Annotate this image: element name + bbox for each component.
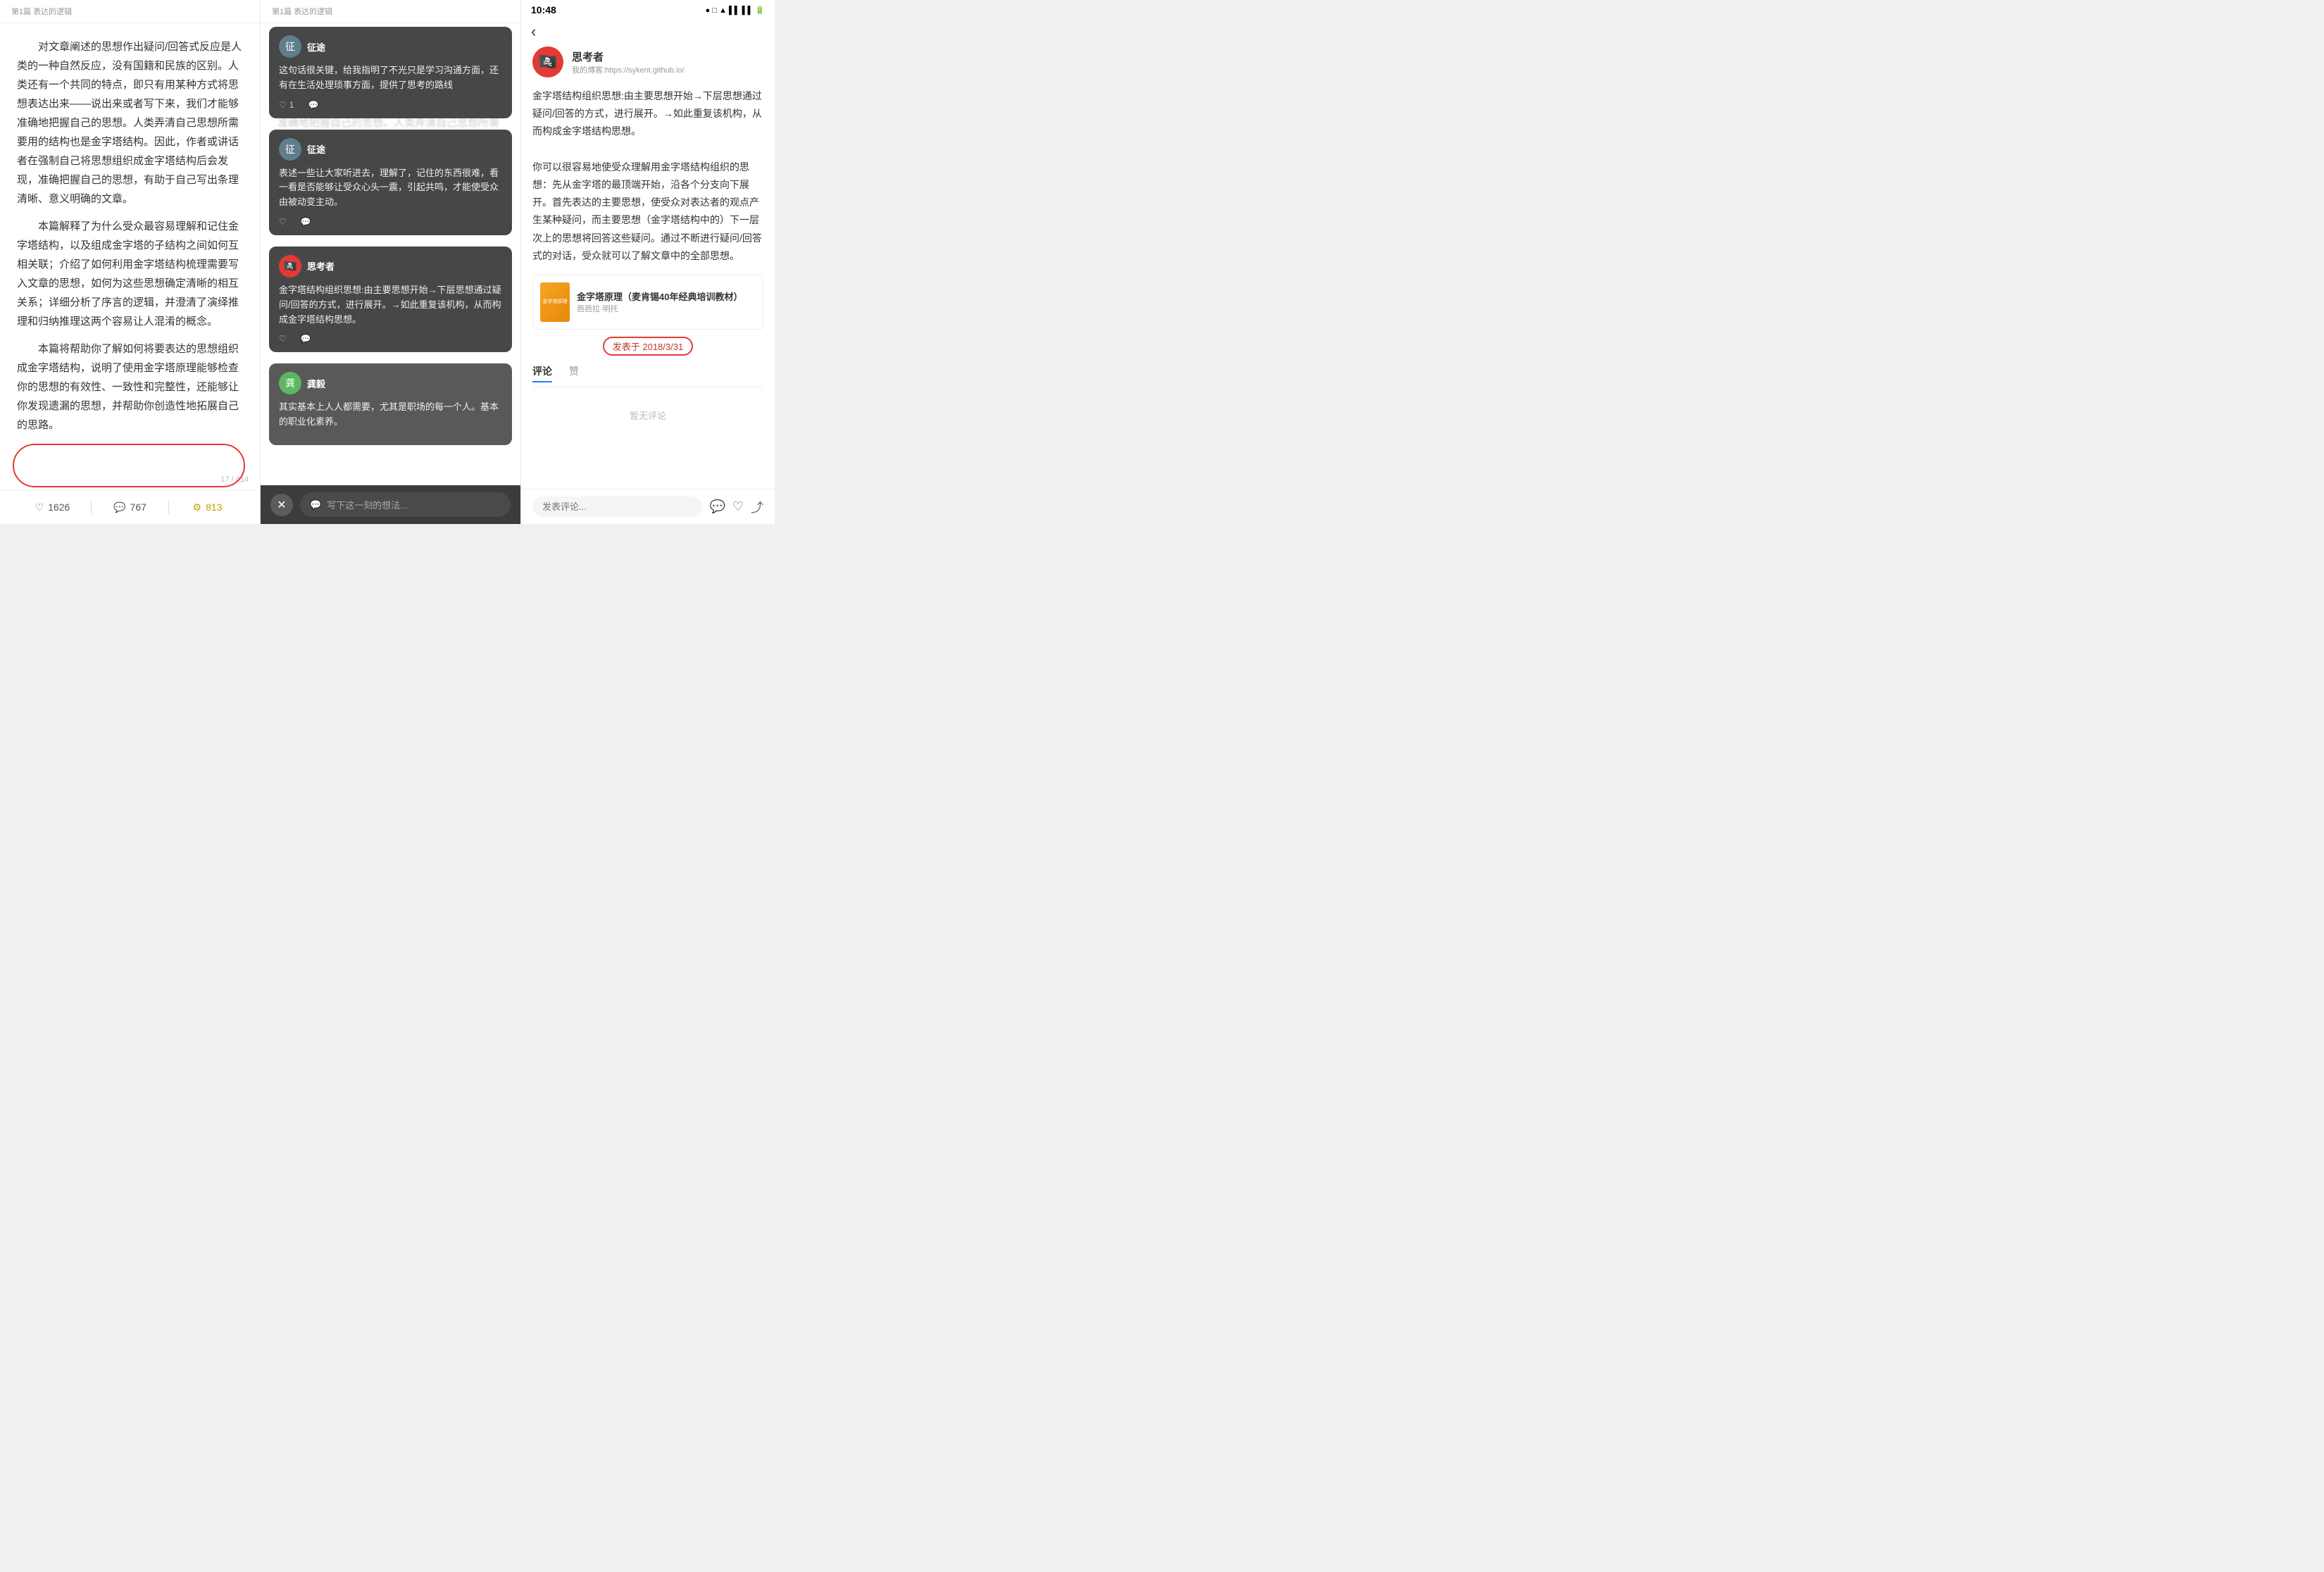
share-button[interactable]: ⚙ 813 [169,501,246,513]
comment-username-2: 征途 [307,142,325,156]
post-date-area: 发表于 2018/3/31 [532,337,763,356]
comment-count: 767 [130,501,146,513]
card-like-btn-2[interactable]: ♡ [279,217,287,227]
card-like-btn-1[interactable]: ♡ 1 [279,100,294,110]
status-time: 10:48 [531,4,556,15]
comment-avatar-2: 征 [279,138,301,161]
comment-cards-container: 征 征途 这句话很关键，给我指明了不光只是学习沟通方面，还有在生活处理琐事方面，… [261,21,520,451]
card-like-count-1: 1 [289,100,294,110]
author-info: 思考者 我的博客:https://sykent.github.io/ [572,49,685,75]
comment-card-4: 龚 龚毅 其实基本上人人都需要，尤其是职场的每一个人。基本的职业化素养。 [269,363,512,445]
author-row: 🏴‍☠️ 思考者 我的博客:https://sykent.github.io/ [532,46,763,77]
author-blog: 我的博客:https://sykent.github.io/ [572,64,685,75]
card-comment-icon-1: 💬 [308,100,318,110]
card-comment-icon-3: 💬 [301,334,311,344]
page-indicator: 17 / 414 [0,473,260,489]
comment-body-2: 表述一些让大家听进去，理解了，记住的东西很难，看一看是否能够让受众心头一震，引起… [279,166,502,210]
left-header-title: 第1篇 表达的逻辑 [0,0,260,23]
book-title: 金字塔原理（麦肯锡40年经典培训教材） [577,289,742,303]
comment-icon: 💬 [113,501,125,513]
left-paragraph-2: 本篇解释了为什么受众最容易理解和记住金字塔结构，以及组成金字塔的子结构之间如何互… [17,217,243,331]
right-nav-bar: ‹ [521,18,775,46]
comment-button[interactable]: 💬 767 [92,501,168,513]
heart-icon: ♡ [35,501,44,513]
author-name: 思考者 [572,49,685,64]
comment-body-4: 其实基本上人人都需要，尤其是职场的每一个人。基本的职业化素养。 [279,400,502,430]
book-cover: 金字塔原理 [540,282,570,322]
card-header-2: 征 征途 [279,138,502,161]
status-icons: ● □ ▲ ▌▌ ▌▌ 🔋 [706,6,765,15]
comment-avatar-4: 龚 [279,372,301,394]
right-comment-icon-btn[interactable]: 💬 [709,499,725,514]
middle-panel: 第1篇 表达的逻辑 对文章阐述的思想作出疑问/回答式反应是人类的一种自然反应，没… [261,0,521,524]
post-body: 金字塔结构组织思想:由主要思想开始→下层思想通过疑问/回答的方式，进行展开。→如… [532,87,763,265]
comment-username-1: 征途 [307,40,325,54]
book-card[interactable]: 金字塔原理 金字塔原理（麦肯锡40年经典培训教材） 芭芭拉·明托 [532,275,763,330]
left-panel: 第1篇 表达的逻辑 对文章阐述的思想作出疑问/回答式反应是人类的一种自然反应，没… [0,0,261,524]
right-bottom-bar: 💬 ♡ ⤴ [521,489,775,524]
card-header-3: 🏴‍☠️ 思考者 [279,255,502,277]
card-heart-icon-3: ♡ [279,334,287,344]
comment-card-2: 征 征途 表述一些让大家听进去，理解了，记住的东西很难，看一看是否能够让受众心头… [269,130,512,235]
card-heart-icon-1: ♡ [279,100,287,110]
comment-card-1: 征 征途 这句话很关键，给我指明了不光只是学习沟通方面，还有在生活处理琐事方面，… [269,27,512,118]
comment-input-wrapper[interactable]: 💬 写下这一刻的想法... [300,492,511,517]
like-button[interactable]: ♡ 1626 [14,501,91,513]
author-avatar: 🏴‍☠️ [532,46,563,77]
share-count: 813 [206,501,222,513]
right-share-icon-btn[interactable]: ⤴ [751,498,763,516]
card-like-btn-3[interactable]: ♡ [279,334,287,344]
right-like-icon-btn[interactable]: ♡ [732,499,744,514]
right-panel: 10:48 ● □ ▲ ▌▌ ▌▌ 🔋 ‹ 🏴‍☠️ 思考者 我的博客:http… [521,0,775,524]
comment-input-icon: 💬 [310,499,321,511]
middle-header-title: 第1篇 表达的逻辑 [261,0,520,23]
tab-likes[interactable]: 赞 [569,364,579,382]
right-content-area: 🏴‍☠️ 思考者 我的博客:https://sykent.github.io/ … [521,46,775,489]
left-bottom-bar: ♡ 1626 💬 767 ⚙ 813 [0,489,260,524]
status-bar: 10:48 ● □ ▲ ▌▌ ▌▌ 🔋 [521,0,775,18]
card-header-1: 征 征途 [279,35,502,58]
card-comment-btn-1[interactable]: 💬 [308,100,318,110]
comment-body-3: 金字塔结构组织思想:由主要思想开始→下层思想通过疑问/回答的方式，进行展开。→如… [279,283,502,327]
left-paragraph-1: 对文章阐述的思想作出疑问/回答式反应是人类的一种自然反应，没有国籍和民族的区别。… [17,37,243,208]
card-comment-icon-2: 💬 [301,217,311,227]
comment-input-placeholder: 写下这一刻的想法... [327,498,408,511]
card-comment-btn-3[interactable]: 💬 [301,334,311,344]
book-author: 芭芭拉·明托 [577,303,742,314]
comment-body-1: 这句话很关键，给我指明了不光只是学习沟通方面，还有在生活处理琐事方面，提供了思考… [279,63,502,93]
comment-input[interactable] [532,497,702,517]
comment-username-3: 思考者 [307,259,335,273]
middle-bottom-bar: ✕ 💬 写下这一刻的想法... [261,485,520,524]
comment-username-4: 龚毅 [307,377,325,390]
book-info: 金字塔原理（麦肯锡40年经典培训教材） 芭芭拉·明托 [577,289,742,314]
battery-icon: ● □ ▲ ▌▌ ▌▌ 🔋 [706,6,765,15]
comment-avatar-1: 征 [279,35,301,58]
back-button[interactable]: ‹ [531,23,536,41]
card-actions-1: ♡ 1 💬 [279,100,502,110]
card-actions-3: ♡ 💬 [279,334,502,344]
card-header-4: 龚 龚毅 [279,372,502,394]
close-comments-button[interactable]: ✕ [270,494,293,516]
card-heart-icon-2: ♡ [279,217,287,227]
share-icon: ⚙ [193,501,202,513]
no-comment-text: 暂无评论 [532,394,763,436]
card-comment-btn-2[interactable]: 💬 [301,217,311,227]
comment-card-3: 🏴‍☠️ 思考者 金字塔结构组织思想:由主要思想开始→下层思想通过疑问/回答的方… [269,247,512,352]
card-actions-2: ♡ 💬 [279,217,502,227]
left-paragraph-3: 本篇将帮助你了解如何将要表达的思想组织成金字塔结构，说明了使用金字塔原理能够检查… [17,339,243,435]
left-content-area: 对文章阐述的思想作出疑问/回答式反应是人类的一种自然反应，没有国籍和民族的区别。… [0,23,260,473]
like-count: 1626 [48,501,70,513]
post-date-badge: 发表于 2018/3/31 [603,337,693,356]
tabs-row: 评论 赞 [532,364,763,387]
comment-avatar-3: 🏴‍☠️ [279,255,301,277]
tab-comments[interactable]: 评论 [532,364,552,382]
